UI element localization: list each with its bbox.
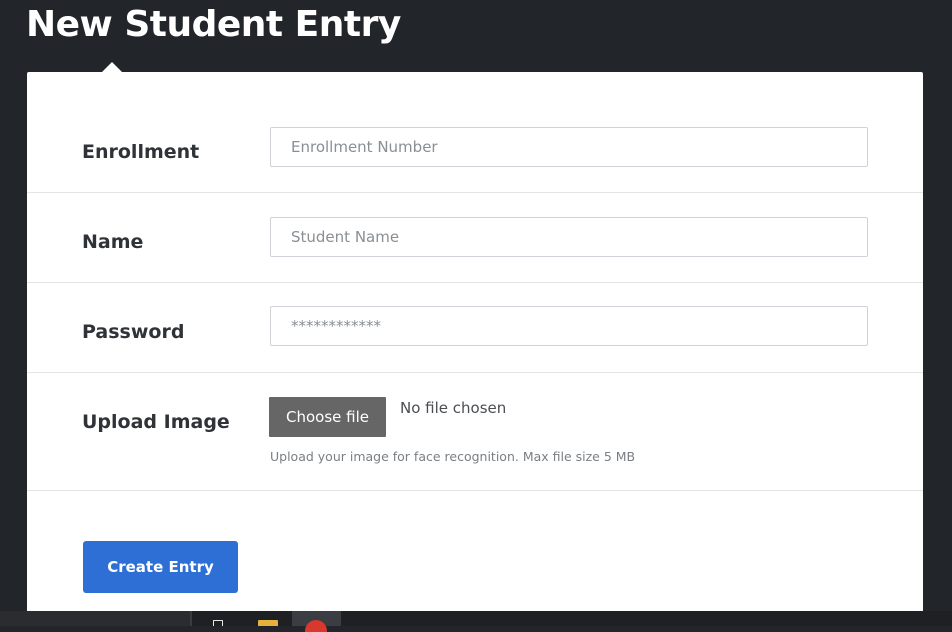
enrollment-label: Enrollment — [82, 141, 200, 163]
divider — [27, 490, 923, 491]
chrome-icon — [305, 620, 327, 632]
folder-icon[interactable] — [258, 620, 278, 626]
enrollment-row: Enrollment — [27, 72, 923, 193]
name-input[interactable] — [270, 217, 868, 257]
taskbar-divider — [190, 611, 192, 626]
password-label: Password — [82, 321, 185, 343]
file-status: No file chosen — [400, 399, 507, 417]
enrollment-input[interactable] — [270, 127, 868, 167]
upload-row: Upload Image — [27, 373, 923, 490]
taskbar — [0, 611, 952, 632]
password-input[interactable] — [270, 306, 868, 346]
password-row: Password — [27, 283, 923, 373]
name-row: Name — [27, 193, 923, 283]
student-entry-form: Enrollment Name Password Upload Image Ch… — [27, 72, 923, 626]
upload-help-text: Upload your image for face recognition. … — [270, 449, 636, 464]
name-label: Name — [82, 231, 144, 253]
create-entry-button[interactable]: Create Entry — [83, 541, 238, 593]
page-title: New Student Entry — [26, 4, 401, 45]
taskbar-search-area[interactable] — [0, 611, 190, 626]
choose-file-button[interactable]: Choose file — [269, 397, 386, 437]
upload-image-label: Upload Image — [82, 411, 230, 433]
taskbar-active-app[interactable] — [292, 611, 341, 632]
tablet-icon[interactable] — [213, 620, 223, 626]
